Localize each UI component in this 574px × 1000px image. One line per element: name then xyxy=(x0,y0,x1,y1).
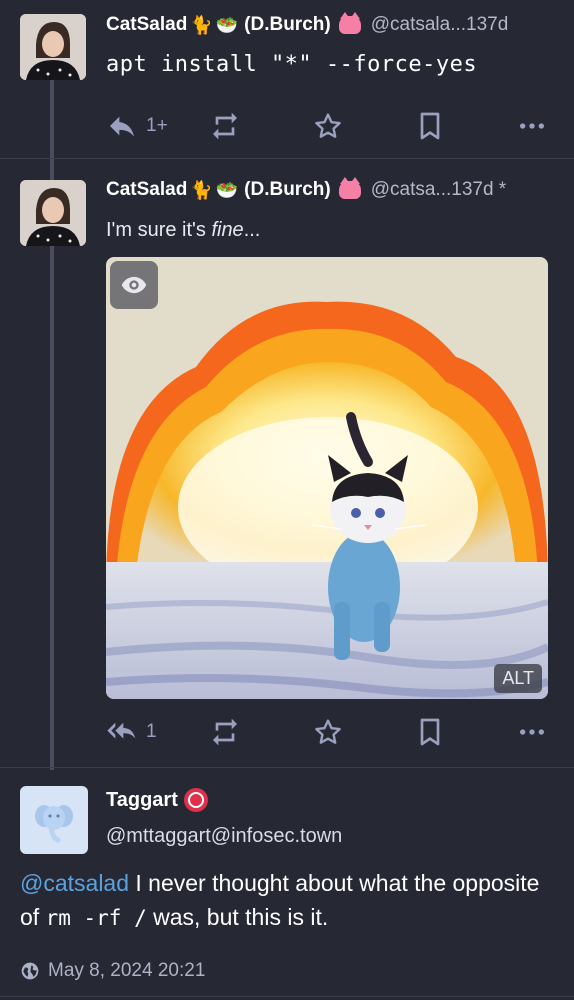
inline-code: rm -rf / xyxy=(45,906,147,930)
post-date[interactable]: May 8, 2024 20:21 xyxy=(48,960,205,982)
more-button[interactable] xyxy=(516,716,548,748)
content-suffix: ... xyxy=(243,219,261,241)
reply-all-icon xyxy=(107,722,136,739)
status-content: apt install "*" --force-yes xyxy=(106,52,478,77)
reply-button[interactable]: 1+ xyxy=(106,110,168,142)
content-prefix: I'm sure it's xyxy=(106,219,212,241)
bookmark-button[interactable] xyxy=(414,110,446,142)
status-header: CatSalad 🐈 🥗 (D.Burch) @catsa... 137d * xyxy=(106,175,564,205)
avatar[interactable] xyxy=(20,180,86,246)
reply-count: 1 xyxy=(146,721,157,742)
more-icon xyxy=(520,123,544,129)
account-handle[interactable]: @mttaggart@infosec.town xyxy=(106,825,342,848)
reveal-media-button[interactable] xyxy=(110,261,158,309)
account-handle[interactable]: @catsa... xyxy=(371,179,452,201)
separator xyxy=(0,767,574,768)
account-handle[interactable]: @catsala... xyxy=(371,14,466,36)
avatar-image xyxy=(20,14,86,80)
salad-emoji-icon: 🥗 xyxy=(215,179,239,200)
status-content: @catsalad I never thought about what the… xyxy=(20,866,560,935)
avatar[interactable] xyxy=(20,14,86,80)
eye-icon xyxy=(121,276,147,294)
status-actions: 1 xyxy=(106,714,546,750)
favourite-button[interactable] xyxy=(312,110,344,142)
shield-emoji-icon xyxy=(183,788,208,812)
more-button[interactable] xyxy=(516,110,548,142)
status-header: CatSalad 🐈 🥗 (D.Burch) @catsala... 137d xyxy=(106,10,564,40)
bookmark-button[interactable] xyxy=(414,716,446,748)
explosion-cat-image xyxy=(106,257,548,699)
reply-count: 1+ xyxy=(146,115,168,136)
star-icon xyxy=(315,113,341,138)
cat-emoji-icon: 🐈 xyxy=(190,179,213,200)
boost-button[interactable] xyxy=(209,716,241,748)
display-name[interactable]: CatSalad xyxy=(106,179,187,201)
bookmark-icon xyxy=(420,718,440,746)
mention-link[interactable]: @catsalad xyxy=(20,870,129,896)
status-meta: May 8, 2024 20:21 xyxy=(20,960,205,982)
post-time: 137d * xyxy=(451,179,507,200)
boost-button[interactable] xyxy=(209,110,241,142)
reply-icon xyxy=(110,116,134,137)
pink-cat-emoji-icon xyxy=(338,12,361,34)
reply-button[interactable]: 1 xyxy=(106,716,157,748)
avatar-image xyxy=(20,180,86,246)
name-suffix: (D.Burch) xyxy=(244,179,331,200)
post-time: 137d xyxy=(466,14,509,35)
content-emphasis: fine xyxy=(211,219,244,241)
status-content: I'm sure it's fine... xyxy=(106,219,260,242)
cat-emoji-icon: 🐈 xyxy=(190,14,213,35)
separator xyxy=(0,158,574,159)
alt-text-badge[interactable]: ALT xyxy=(494,664,542,693)
bookmark-icon xyxy=(420,112,440,140)
pink-cat-emoji-icon xyxy=(338,177,361,199)
display-name[interactable]: CatSalad xyxy=(106,14,187,36)
boost-icon xyxy=(213,112,237,140)
content-text-b: was, but this is it. xyxy=(146,904,329,930)
more-icon xyxy=(520,729,544,735)
star-icon xyxy=(315,719,341,744)
status-actions: 1+ xyxy=(106,108,546,144)
media-attachment[interactable]: ALT xyxy=(106,257,548,699)
display-name[interactable]: Taggart xyxy=(106,788,208,812)
favourite-button[interactable] xyxy=(312,716,344,748)
boost-icon xyxy=(213,718,237,746)
avatar[interactable] xyxy=(20,786,88,854)
salad-emoji-icon: 🥗 xyxy=(215,14,239,35)
separator xyxy=(0,996,574,997)
name-suffix: (D.Burch) xyxy=(244,14,331,35)
elephant-avatar-icon xyxy=(35,805,73,843)
display-name-text: Taggart xyxy=(106,788,178,811)
globe-icon xyxy=(21,962,39,980)
